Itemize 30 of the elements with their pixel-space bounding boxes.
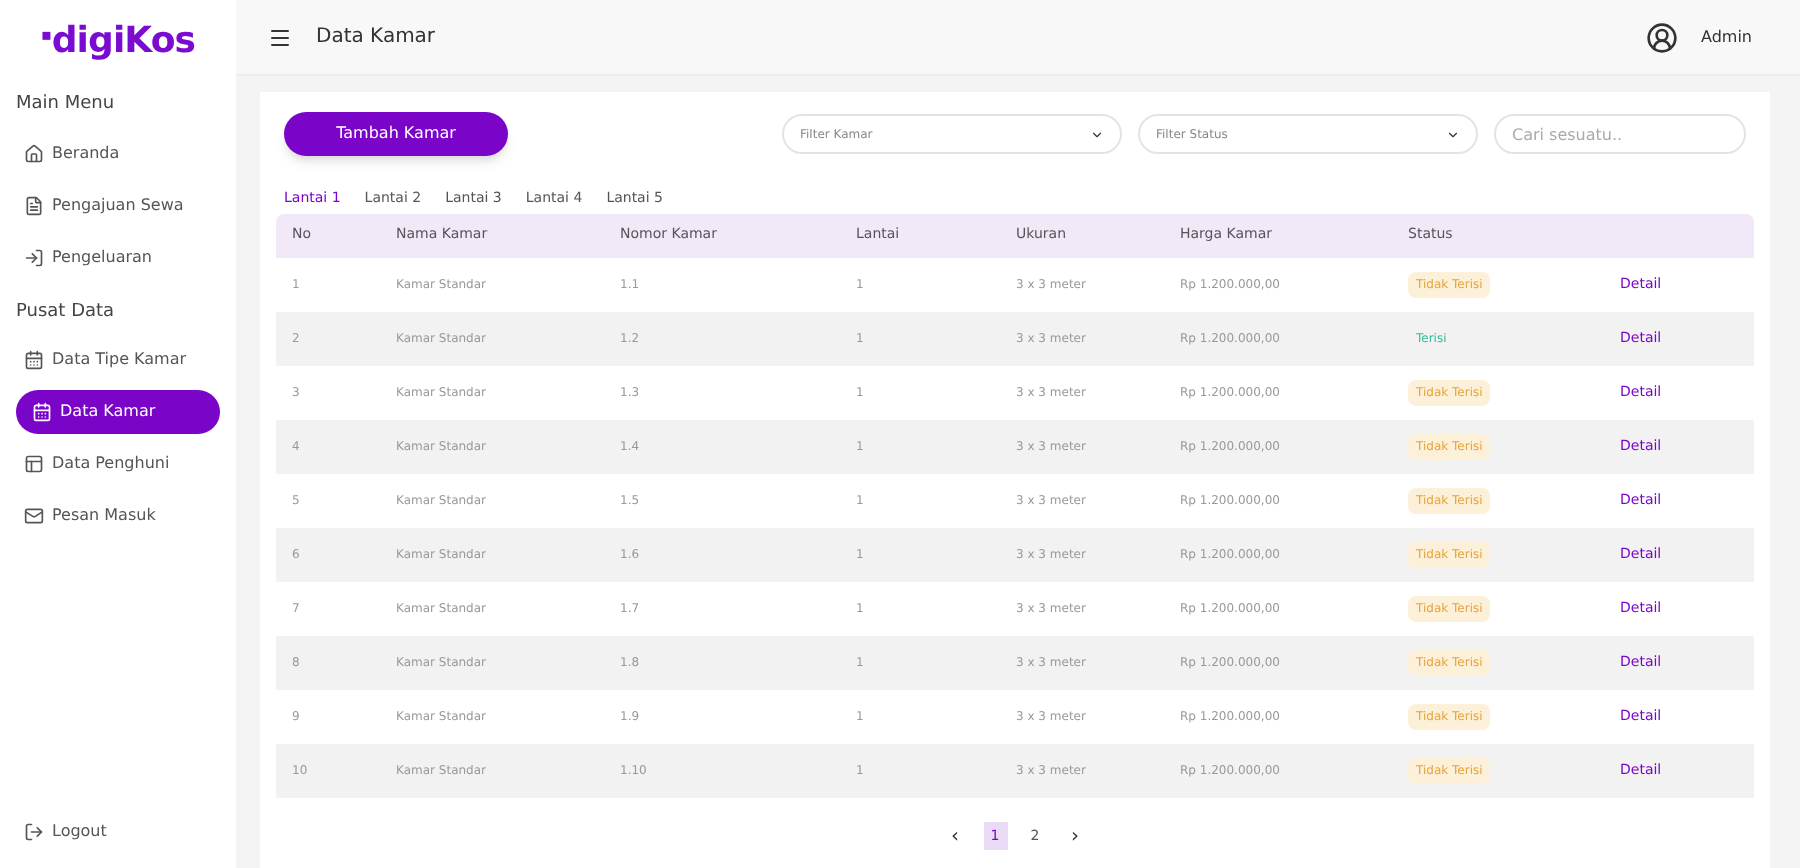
sidebar-item[interactable]: Beranda: [16, 131, 220, 175]
mail-icon: [24, 506, 44, 526]
chevron-icon: [1090, 127, 1104, 141]
home-icon: [24, 143, 44, 163]
logout-icon: [24, 822, 44, 842]
logo: digiKos: [51, 24, 196, 60]
exit-icon: [24, 247, 44, 267]
document-icon: [24, 195, 44, 215]
sidebar-item[interactable]: Pesan Masuk: [16, 494, 220, 538]
calendar-icon: [24, 350, 44, 370]
previous-page-button[interactable]: ‹: [943, 821, 967, 851]
sidebar-item[interactable]: Pengajuan Sewa: [16, 183, 220, 227]
search-field[interactable]: Cari sesuatu..: [1494, 114, 1746, 154]
logo-mark: ▪: [40, 28, 52, 44]
sidebar-item[interactable]: Data Kamar: [16, 390, 220, 434]
sidebar-item[interactable]: Data Penghuni: [16, 442, 220, 486]
sidebar-item[interactable]: Data Tipe Kamar: [16, 338, 220, 382]
user-icon[interactable]: [1645, 21, 1677, 53]
calendar-icon: [32, 402, 52, 422]
layout-icon: [24, 454, 44, 474]
page-title: Data Kamar: [316, 24, 436, 52]
menu-icon[interactable]: [268, 25, 292, 49]
chevron-icon: [1446, 127, 1460, 141]
add-room-button[interactable]: Tambah Kamar: [284, 112, 508, 156]
section-title: Pusat Data: [16, 299, 117, 325]
next-page-button[interactable]: ›: [1063, 821, 1087, 851]
sidebar-item[interactable]: Pengeluaran: [16, 235, 220, 279]
user-name: Admin: [1701, 25, 1752, 49]
logout-button[interactable]: Logout: [16, 820, 220, 844]
section-title: Main Menu: [16, 92, 117, 118]
